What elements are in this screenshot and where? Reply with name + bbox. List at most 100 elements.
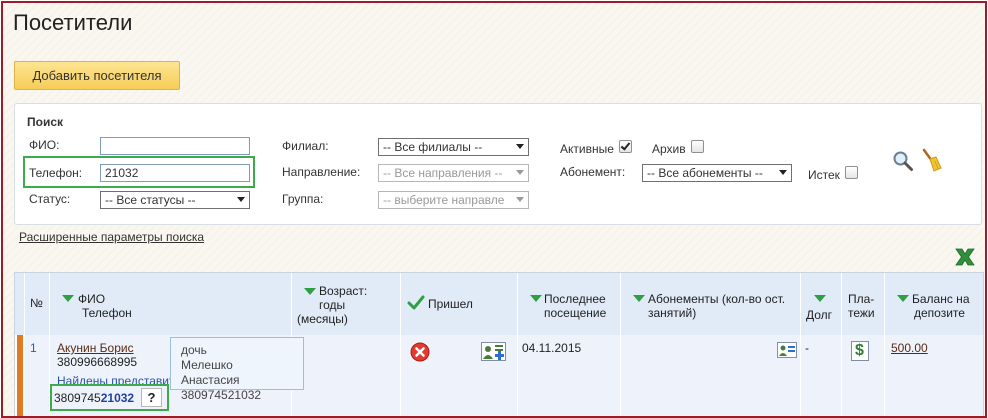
not-came-icon[interactable] (410, 342, 430, 362)
rep-phone: 380974521032 (54, 391, 134, 405)
status-select-value: -- Все статусы -- (105, 193, 196, 207)
header-balance-text-2: депозите (914, 306, 965, 320)
archive-label: Архив (652, 142, 686, 156)
row-subscriptions-cell (621, 335, 801, 416)
rep-phone-match: 21032 (100, 391, 135, 405)
row-payments-cell: $ (842, 335, 885, 416)
tooltip-name: Мелешко Анастасия (181, 358, 240, 387)
branch-select[interactable]: -- Все филиалы -- (378, 138, 529, 156)
header-payments: Пла- тежи (842, 273, 885, 335)
last-visit-date: 04.11.2015 (522, 341, 582, 355)
expired-checkbox[interactable] (845, 166, 858, 179)
header-last-visit-text-2: посещение (544, 306, 607, 320)
header-balance-text-1: Баланс на (912, 292, 970, 306)
archive-checkbox[interactable] (691, 140, 704, 153)
header-came[interactable]: Пришел (401, 273, 518, 335)
chevron-down-icon (516, 170, 524, 175)
header-last-visit[interactable]: Последнее посещение (518, 273, 621, 335)
payments-icon[interactable]: $ (851, 341, 869, 361)
visitor-phone: 380996668995 (57, 355, 138, 369)
chevron-down-icon (237, 197, 245, 202)
chevron-down-icon (779, 170, 787, 175)
row-debt-cell: - (801, 335, 842, 416)
header-num-text: № (30, 296, 43, 310)
debt-value: - (805, 341, 809, 355)
search-title: Поиск (27, 115, 64, 129)
header-subscriptions[interactable]: Абонементы (кол-во ост. занятий) (621, 273, 801, 335)
checkmark-icon (407, 295, 425, 310)
direction-select[interactable]: -- Все направления -- (378, 164, 529, 182)
help-button[interactable]: ? (141, 388, 162, 407)
chevron-down-icon (516, 144, 524, 149)
representative-tooltip: дочь Мелешко Анастасия 380974521032 (170, 337, 304, 402)
header-subs-text-1: Абонементы (кол-во ост. (648, 292, 786, 306)
header-marker (15, 273, 25, 335)
row-balance-cell: 500.00 (885, 335, 983, 416)
header-fio-text: ФИО (78, 292, 106, 306)
row-age-cell (292, 335, 401, 416)
group-label: Группа: (282, 192, 324, 206)
branch-label: Филиал: (282, 139, 329, 153)
visitor-name-link[interactable]: Акунин Борис (57, 341, 134, 356)
row-marker-cell (15, 335, 25, 416)
direction-select-value: -- Все направления -- (383, 166, 503, 180)
header-pay-text-1: Пла- (848, 292, 875, 306)
header-age[interactable]: Возраст: годы (месяцы) (292, 273, 401, 335)
branch-select-value: -- Все филиалы -- (383, 140, 483, 154)
group-select[interactable]: -- выберите направле (378, 191, 529, 209)
add-visit-icon[interactable] (481, 342, 507, 362)
dollar-icon: $ (855, 342, 864, 359)
row-num-cell: 1 (25, 335, 50, 416)
row-marker (17, 335, 23, 416)
fio-input[interactable] (100, 137, 250, 155)
sort-triangle-icon (62, 295, 74, 302)
subscription-card-icon[interactable] (777, 342, 797, 358)
add-visitor-button[interactable]: Добавить посетителя (14, 61, 180, 90)
active-checkbox[interactable] (619, 140, 632, 153)
sort-triangle-icon (633, 295, 645, 302)
sort-triangle-icon (814, 295, 826, 302)
header-debt[interactable]: Долг (801, 273, 842, 335)
header-age-text-2: годы (319, 298, 346, 312)
header-phone-text: Телефон (82, 306, 132, 320)
row-last-visit-cell: 04.11.2015 (518, 335, 621, 416)
active-label: Активные (560, 142, 614, 156)
sort-triangle-icon (304, 288, 316, 295)
header-subs-text-2: занятий) (648, 306, 697, 320)
subscription-select-value: -- Все абонементы -- (647, 166, 763, 180)
direction-label: Направление: (282, 165, 361, 179)
fio-label: ФИО: (29, 138, 60, 152)
app-frame: Посетители Добавить посетителя Поиск ФИО… (1, 1, 987, 418)
header-age-text-3: (месяцы) (297, 312, 348, 326)
phone-label: Телефон: (29, 166, 83, 180)
header-age-text-1: Возраст: (319, 284, 368, 298)
header-pay-text-2: тежи (848, 306, 875, 320)
advanced-search-link[interactable]: Расширенные параметры поиска (19, 230, 204, 244)
phone-input[interactable] (100, 164, 250, 182)
header-came-text: Пришел (428, 297, 473, 311)
group-select-value: -- выберите направле (383, 193, 505, 207)
balance-link[interactable]: 500.00 (891, 341, 928, 356)
page-title: Посетители (13, 10, 133, 35)
row-num: 1 (30, 341, 37, 355)
subscription-select[interactable]: -- Все абонементы -- (642, 164, 792, 182)
header-balance[interactable]: Баланс на депозите (885, 273, 983, 335)
header-fio[interactable]: ФИО Телефон (50, 273, 292, 335)
search-icon[interactable] (892, 150, 914, 172)
header-num: № (25, 273, 50, 335)
sort-triangle-icon (897, 295, 909, 302)
status-label: Статус: (29, 192, 71, 206)
broom-icon[interactable] (920, 148, 942, 172)
expired-label: Истек (808, 168, 840, 182)
sort-triangle-icon (530, 295, 542, 302)
tooltip-relation: дочь (181, 343, 207, 357)
row-came-cell (401, 335, 518, 416)
subscription-label: Абонемент: (560, 165, 626, 179)
header-last-visit-text-1: Последнее (544, 292, 606, 306)
tooltip-phone: 380974521032 (181, 388, 262, 402)
excel-export-icon[interactable] (954, 246, 976, 268)
chevron-down-icon (516, 197, 524, 202)
status-select[interactable]: -- Все статусы -- (100, 191, 250, 209)
header-debt-text: Долг (806, 308, 833, 322)
rep-phone-prefix: 3809745 (54, 391, 101, 405)
